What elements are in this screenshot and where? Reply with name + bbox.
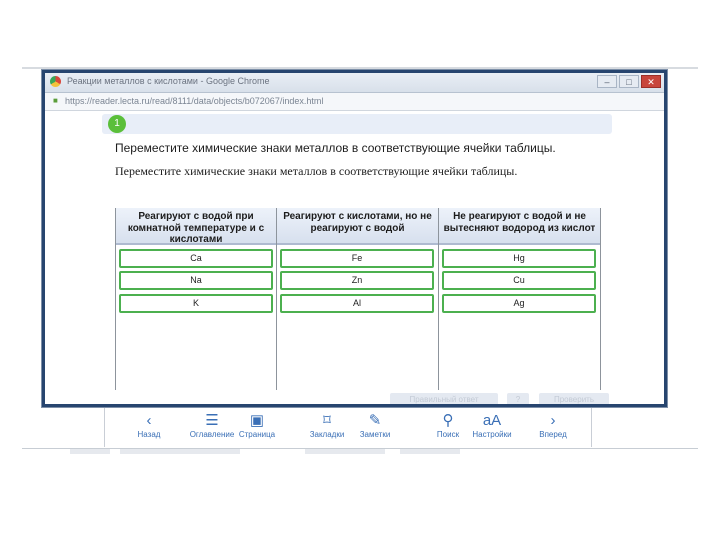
taskbar-segment [70, 449, 110, 454]
metal-tile[interactable]: Ca [119, 249, 273, 268]
chevron-left-icon: ‹ [146, 412, 152, 429]
metal-tile[interactable]: Al [280, 294, 434, 313]
metal-tile[interactable]: Na [119, 271, 273, 290]
toolbar-back-button[interactable]: ‹ Назад [119, 412, 179, 440]
top-divider [22, 67, 698, 69]
correct-answer-button[interactable]: Правильный ответ [390, 393, 498, 404]
metal-tile[interactable]: Hg [442, 249, 596, 268]
toolbar-settings-button[interactable]: aA Настройки [462, 412, 522, 440]
toolbar-notes-button[interactable]: ✎ Заметки [345, 412, 405, 440]
window-controls: – □ ✕ [597, 75, 661, 88]
address-bar[interactable]: ■ https://reader.lecta.ru/read/8111/data… [45, 93, 664, 111]
exercise-header: 1 [102, 114, 612, 134]
metal-tile[interactable]: Fe [280, 249, 434, 268]
table-column[interactable]: Реагируют с водой при комнатной температ… [115, 208, 277, 390]
window-title: Реакции металлов с кислотами - Google Ch… [67, 76, 270, 86]
minimize-button[interactable]: – [597, 75, 617, 88]
table-column[interactable]: Не реагируют с водой и не вытесняют водо… [439, 208, 601, 390]
taskbar-segment [305, 449, 385, 454]
maximize-button[interactable]: □ [619, 75, 639, 88]
column-header: Не реагируют с водой и не вытесняют водо… [439, 208, 600, 245]
reader-toolbar: ‹ Назад ☰ Оглавление ▣ Страница ⌑ Заклад… [104, 405, 592, 447]
check-button[interactable]: Проверить [539, 393, 609, 404]
table-column[interactable]: Реагируют с кислотами, но не реагируют с… [277, 208, 439, 390]
metal-tile[interactable]: Zn [280, 271, 434, 290]
chevron-right-icon: › [550, 412, 556, 429]
notes-icon: ✎ [368, 412, 382, 429]
metal-tile[interactable]: K [119, 294, 273, 313]
sorting-table: Реагируют с водой при комнатной температ… [115, 208, 601, 390]
metal-tile[interactable]: Ag [442, 294, 596, 313]
window-titlebar[interactable]: Реакции металлов с кислотами - Google Ch… [45, 73, 664, 93]
toolbar-forward-button[interactable]: › Вперед [523, 412, 583, 440]
taskbar-segment [120, 449, 240, 454]
page-icon: ▣ [249, 412, 265, 429]
lock-icon: ■ [53, 96, 58, 105]
instruction-text-duplicate: Переместите химические знаки металлов в … [115, 164, 518, 178]
chrome-icon [50, 76, 61, 87]
browser-window: Реакции металлов с кислотами - Google Ch… [42, 70, 667, 407]
url-text[interactable]: https://reader.lecta.ru/read/8111/data/o… [65, 96, 323, 106]
close-button[interactable]: ✕ [641, 75, 661, 88]
toolbar-page-button[interactable]: ▣ Страница [227, 412, 287, 440]
taskbar-segment [400, 449, 460, 454]
column-header: Реагируют с кислотами, но не реагируют с… [277, 208, 438, 245]
instruction-text: Переместите химические знаки металлов в … [115, 141, 556, 155]
help-button[interactable]: ? [507, 393, 529, 404]
metal-tile[interactable]: Cu [442, 271, 596, 290]
exercise-number: 1 [108, 115, 126, 133]
taskbar-strip [70, 449, 550, 455]
column-header: Реагируют с водой при комнатной температ… [116, 208, 276, 245]
font-settings-icon: aA [482, 412, 502, 429]
